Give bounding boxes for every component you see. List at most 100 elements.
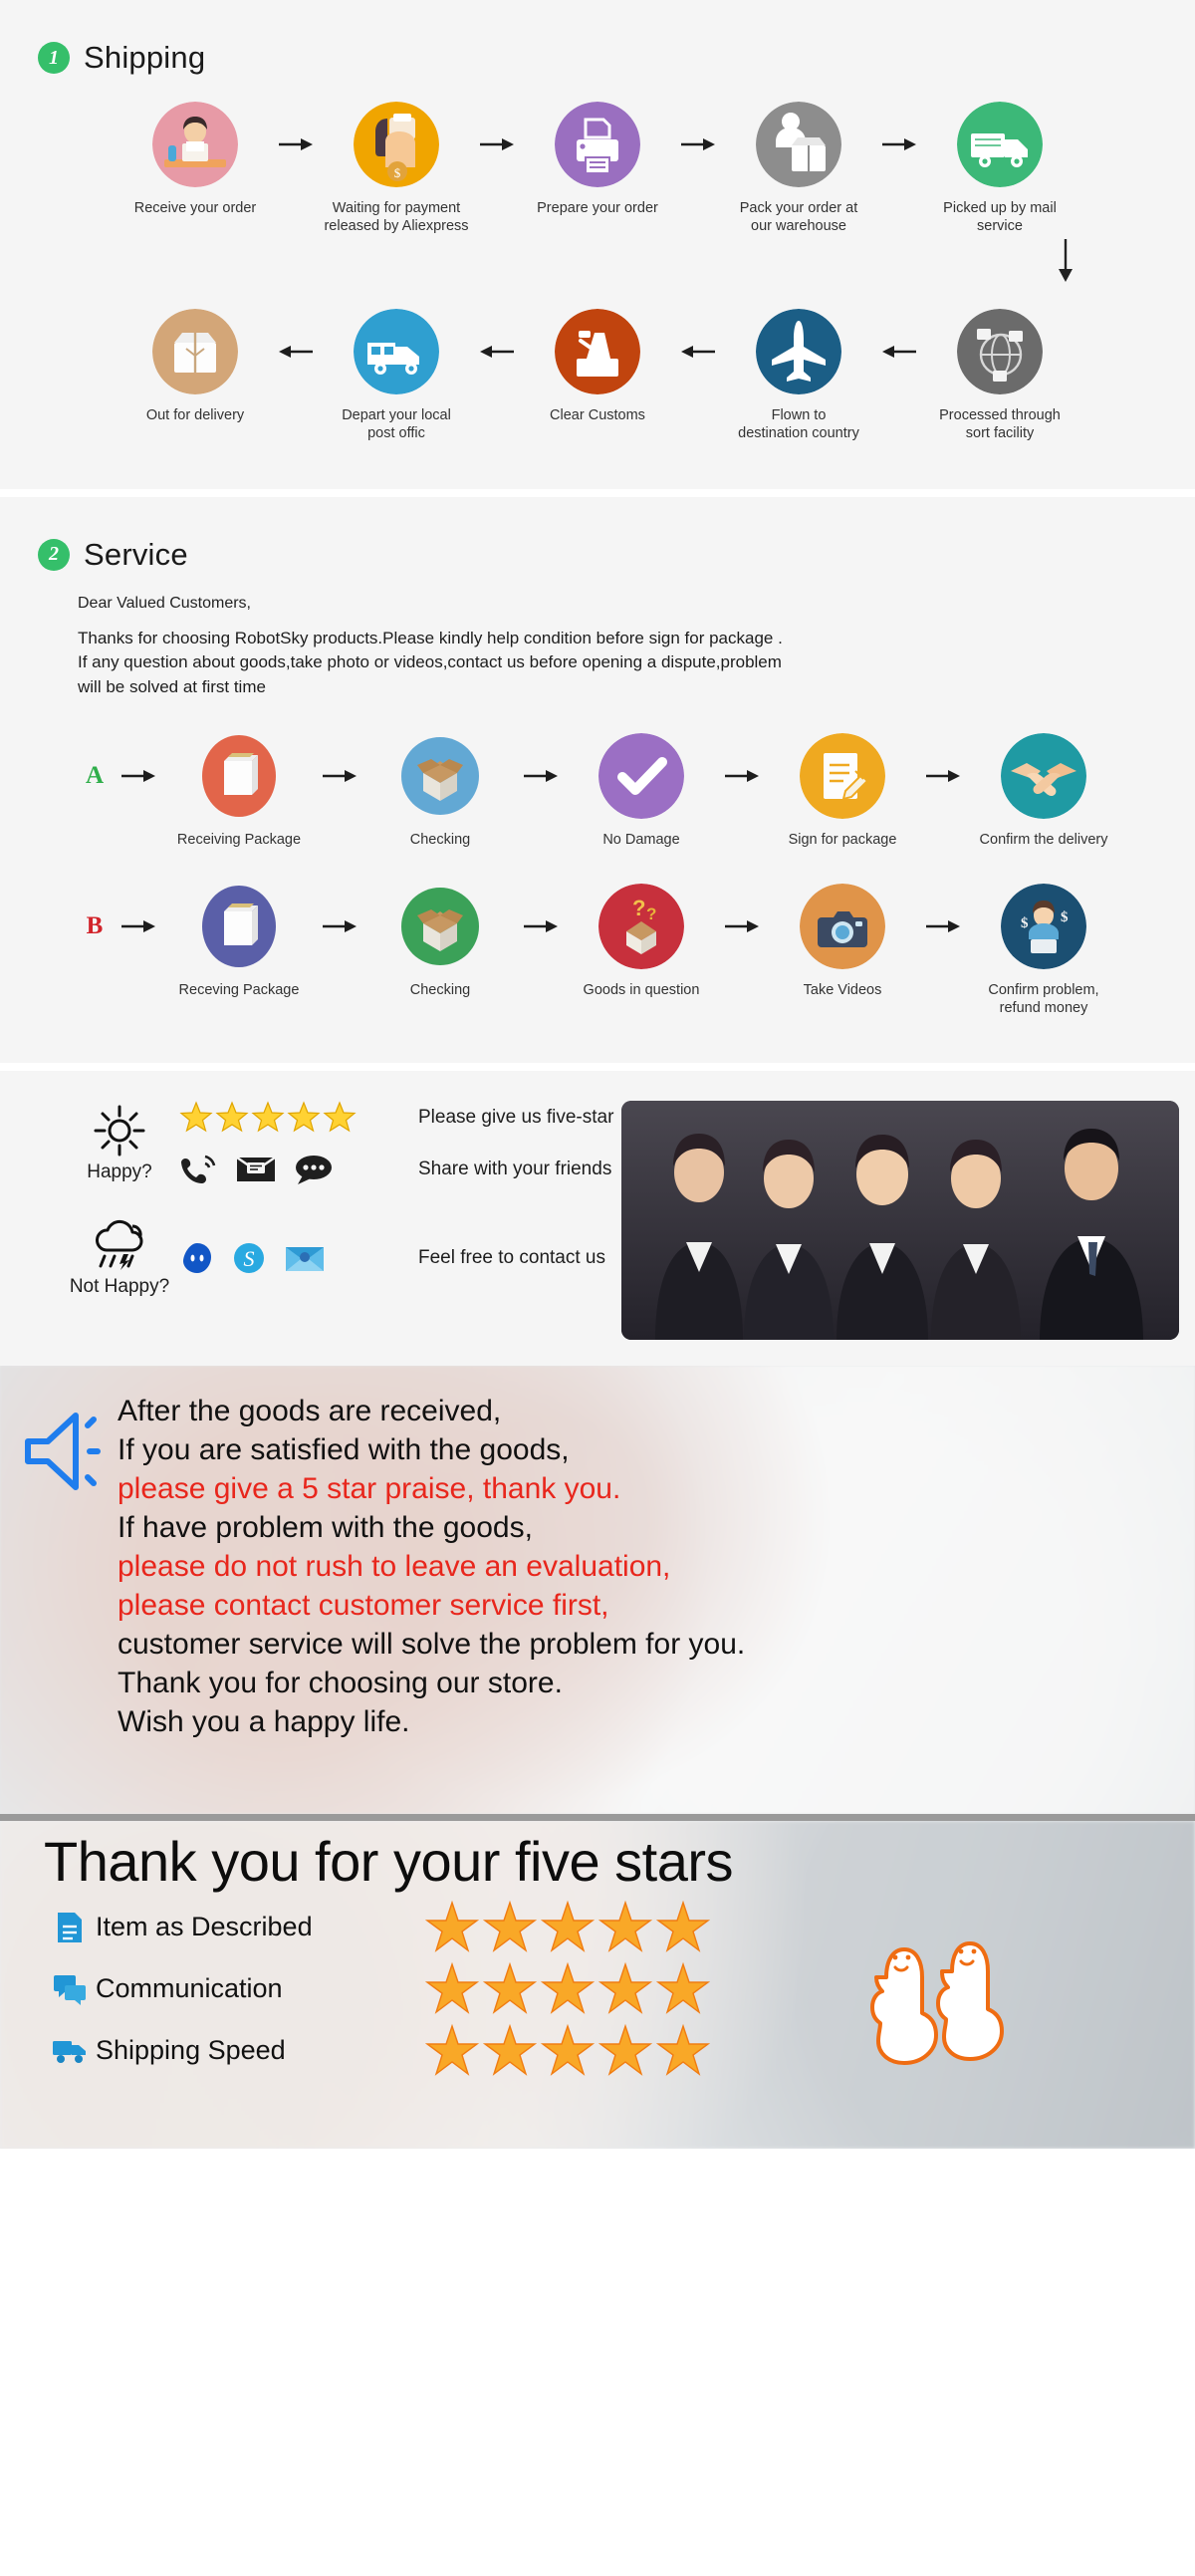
open-carton-icon xyxy=(397,884,483,969)
flow-arrow xyxy=(514,733,568,819)
camera-icon xyxy=(800,883,885,969)
flow-step: Checking xyxy=(366,884,514,999)
flow-step: Out for delivery xyxy=(121,309,269,424)
rating-stars xyxy=(424,1900,711,1955)
white-box-icon xyxy=(196,733,282,819)
star-icon xyxy=(655,1900,711,1952)
service-section: 2 Service Dear Valued Customers, Thanks … xyxy=(0,496,1195,1063)
contact-icons: S xyxy=(179,1240,418,1276)
flow-step-label: Pack your order at our warehouse xyxy=(739,200,858,235)
flow-arrow xyxy=(313,884,366,969)
flow-step: $ Waiting for payment released by Aliexpr… xyxy=(323,102,470,235)
thanks-title: Thank you for your five stars xyxy=(44,1829,734,1893)
flow-down-arrow xyxy=(0,237,1195,283)
rating-rows: Item as Described Communication Shipping… xyxy=(44,1900,1195,2079)
flow-arrow xyxy=(715,884,769,969)
flow-step: Clear Customs xyxy=(524,309,671,424)
flow-arrow xyxy=(470,102,524,187)
flow-step-label: Flown to destination country xyxy=(738,407,859,442)
star-icon xyxy=(598,1900,653,1952)
not-happy-row: Not Happy? S Feel free to contact us xyxy=(60,1218,617,1298)
flow-step-label: Confirm the delivery xyxy=(979,832,1108,849)
handshake-icon xyxy=(1001,733,1086,820)
parcel-box-icon xyxy=(152,309,238,395)
star-icon xyxy=(215,1101,249,1133)
announcement-line: please do not rush to leave an evaluatio… xyxy=(118,1549,671,1583)
megaphone-icon xyxy=(22,1392,118,1741)
flow-step: Receive your order xyxy=(121,102,269,217)
chat-bubble-icon xyxy=(296,1155,332,1184)
flow-arrow xyxy=(269,309,323,394)
contact-text: Feel free to contact us xyxy=(418,1246,605,1268)
announcement-line: please contact customer service first, xyxy=(118,1588,609,1622)
service-flow-row-b: B Receving Package Checking ?? Goods in … xyxy=(0,850,1195,1063)
flow-step: ?? Goods in question xyxy=(568,883,715,999)
not-happy-label: Not Happy? xyxy=(69,1275,170,1297)
share-text: Share with your friends xyxy=(418,1158,612,1179)
happy-label: Happy? xyxy=(87,1160,152,1182)
announcement-band: After the goods are received, If you are … xyxy=(0,1365,1195,1814)
svg-text:?: ? xyxy=(646,904,656,923)
flow-step: Depart your local post offic xyxy=(323,309,470,442)
announcement-lines: After the goods are received, If you are … xyxy=(118,1392,745,1741)
announcement-line: please give a 5 star praise, thank you. xyxy=(118,1471,621,1505)
flow-step: Processed through sort facility xyxy=(926,309,1074,442)
message-envelope-icon xyxy=(286,1246,324,1271)
flow-step-label: Receiving Package xyxy=(176,832,302,849)
section-number-badge: 2 xyxy=(38,538,70,571)
rain-cloud-icon xyxy=(96,1219,143,1270)
flow-step-label: Processed through sort facility xyxy=(939,407,1061,442)
flow-step: Picked up by mail service xyxy=(926,102,1074,235)
flow-arrow xyxy=(671,102,725,187)
service-flow-row-a: A Receiving Package Checking No Damage S… xyxy=(0,699,1195,849)
flow-step: Pack your order at our warehouse xyxy=(725,102,872,235)
flow-row-tag: B xyxy=(86,911,104,939)
page-title: Shipping xyxy=(84,40,206,75)
svg-text:S: S xyxy=(244,1246,255,1271)
star-icon xyxy=(482,1900,538,1952)
sign-document-icon xyxy=(800,733,885,820)
rating-label: Item as Described xyxy=(96,1912,313,1942)
open-carton-icon xyxy=(397,733,483,819)
flow-step: Confirm the delivery xyxy=(970,733,1117,849)
flow-step-label: Sign for package xyxy=(788,832,897,849)
feedback-band: Happy? Please give us five-star Share wi… xyxy=(0,1070,1195,1366)
flow-arrow xyxy=(872,309,926,394)
delivery-truck-icon xyxy=(957,102,1043,187)
person-at-desk-icon xyxy=(152,102,238,187)
flow-step-label: Waiting for payment released by Aliexpres… xyxy=(324,200,469,235)
announcement-line: If have problem with the goods, xyxy=(118,1510,533,1544)
flow-row-tag: A xyxy=(85,762,105,790)
section-divider xyxy=(0,488,1195,497)
announcement-line: After the goods are received, xyxy=(118,1394,502,1427)
customs-stamp-icon xyxy=(555,309,640,395)
flow-step: No Damage xyxy=(568,733,715,849)
rating-label: Shipping Speed xyxy=(96,2035,286,2066)
flow-arrow xyxy=(916,884,970,969)
packing-hand-box-icon xyxy=(756,102,841,187)
flow-arrow xyxy=(715,733,769,819)
airplane-icon xyxy=(756,309,841,395)
star-icon xyxy=(540,1900,596,1952)
share-icons xyxy=(179,1153,418,1186)
customer-service-team-photo xyxy=(621,1100,1179,1340)
rating-label: Communication xyxy=(96,1973,283,2004)
star-icon xyxy=(424,1900,480,1952)
svg-text:?: ? xyxy=(632,896,645,920)
sun-icon xyxy=(94,1105,145,1157)
chat-icon xyxy=(44,1973,96,2005)
email-icon xyxy=(236,1156,276,1181)
flow-step-label: Clear Customs xyxy=(550,407,645,424)
two-thumbs-up-icon xyxy=(846,1892,1046,2096)
shipping-header: 1 Shipping xyxy=(0,0,1195,76)
flow-step: Checking xyxy=(366,733,514,849)
happy-mood: Happy? xyxy=(60,1104,179,1183)
happy-row: Happy? Please give us five-star Share wi… xyxy=(60,1101,617,1186)
flow-step-label: Checking xyxy=(409,981,471,998)
star-icon xyxy=(424,2023,480,2076)
announcement-line: Wish you a happy life. xyxy=(118,1704,410,1738)
star-icon xyxy=(540,1961,596,2014)
flow-step: Prepare your order xyxy=(524,102,671,217)
five-star-text: Please give us five-star xyxy=(418,1106,614,1128)
white-box-icon xyxy=(196,884,282,969)
